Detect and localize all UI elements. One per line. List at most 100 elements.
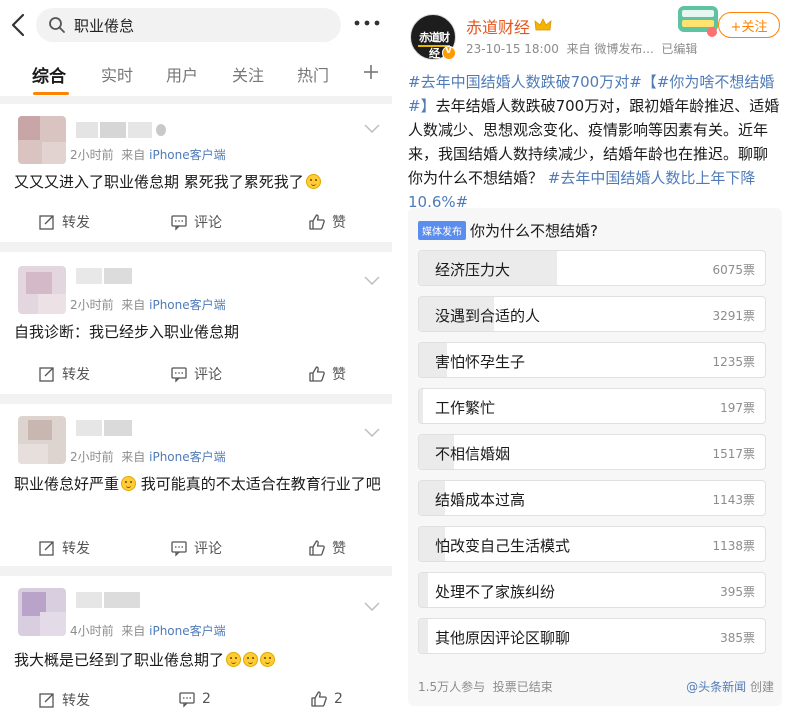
poll-card: 媒体发布 你为什么不想结婚? 经济压力大 6075票 没遇到合适的人 3291票… bbox=[408, 208, 782, 706]
post-source[interactable]: iPhone客户端 bbox=[149, 624, 226, 638]
edited-label: 已编辑 bbox=[661, 42, 698, 56]
post-text: 我大概是已经到了职业倦怠期了 bbox=[14, 648, 386, 673]
post-meta: 23-10-15 18:00 来自 微博发布... 已编辑 bbox=[466, 40, 697, 57]
follow-button[interactable]: +关注 bbox=[718, 12, 780, 38]
post-actions: 转发 评论 赞 bbox=[0, 364, 392, 388]
post-text: 自我诊断：我已经步入职业倦怠期 bbox=[14, 323, 240, 341]
post-from: 来自 bbox=[121, 148, 146, 162]
like-button[interactable]: 赞 bbox=[308, 538, 346, 558]
chevron-down-icon[interactable] bbox=[364, 602, 380, 612]
thumbs-up-icon bbox=[309, 366, 325, 382]
avatar[interactable] bbox=[18, 416, 66, 464]
repost-icon bbox=[39, 693, 54, 708]
thumbs-up-icon bbox=[311, 691, 327, 707]
author-name[interactable]: 赤道财经 bbox=[466, 14, 530, 38]
username-blurred[interactable] bbox=[76, 592, 146, 608]
comment-label: 评论 bbox=[194, 541, 222, 557]
post-from: 来自 bbox=[121, 624, 146, 638]
avatar[interactable] bbox=[18, 266, 66, 314]
post-meta: 2小时前 来自 iPhone客户端 bbox=[70, 448, 226, 465]
chevron-down-icon[interactable] bbox=[364, 124, 380, 134]
poll-option[interactable]: 工作繁忙 197票 bbox=[418, 388, 766, 424]
smile-emoji-icon bbox=[226, 652, 242, 667]
poll-option[interactable]: 害怕怀孕生子 1235票 bbox=[418, 342, 766, 378]
comment-button[interactable]: 2 bbox=[178, 690, 211, 708]
event-badge-icon bbox=[678, 6, 718, 37]
poll-option-label: 其他原因评论区聊聊 bbox=[435, 629, 571, 647]
comment-count: 2 bbox=[202, 691, 211, 707]
weibo-post[interactable]: 2小时前 来自 iPhone客户端 职业倦怠好严重 我可能真的不太适合在教育行业… bbox=[0, 404, 392, 566]
poll-option-count: 6075票 bbox=[712, 263, 755, 277]
poll-option-label: 没遇到合适的人 bbox=[435, 307, 541, 325]
weibo-post[interactable]: 2小时前 来自 iPhone客户端 又又又进入了职业倦怠期 累死我了累死我了 转… bbox=[0, 104, 392, 242]
post-time: 23-10-15 18:00 bbox=[466, 42, 559, 56]
search-input[interactable] bbox=[74, 16, 314, 34]
post-time: 2小时前 bbox=[70, 450, 114, 464]
divider bbox=[0, 242, 392, 252]
left-search-panel: 综合 实时 用户 关注 热门 2小时前 来自 iPhone客户端 又 bbox=[0, 0, 392, 720]
comment-button[interactable]: 评论 bbox=[170, 538, 222, 558]
poll-option[interactable]: 怕改变自己生活模式 1138票 bbox=[418, 526, 766, 562]
plus-icon[interactable] bbox=[362, 63, 380, 81]
poll-option-fill bbox=[419, 389, 424, 423]
repost-button[interactable]: 转发 bbox=[38, 690, 90, 710]
chevron-down-icon[interactable] bbox=[364, 276, 380, 286]
post-from: 来自 bbox=[121, 298, 146, 312]
repost-button[interactable]: 转发 bbox=[38, 364, 90, 384]
tab-realtime[interactable]: 实时 bbox=[101, 62, 133, 86]
weibo-post[interactable]: 2小时前 来自 iPhone客户端 自我诊断：我已经步入职业倦怠期 转发 评论 … bbox=[0, 252, 392, 394]
poll-footer: 1.5万人参与 投票已结束 @头条新闻 创建 bbox=[418, 678, 774, 695]
poll-option[interactable]: 处理不了家族纠纷 395票 bbox=[418, 572, 766, 608]
avatar[interactable] bbox=[18, 588, 66, 636]
poll-option[interactable]: 不相信婚姻 1517票 bbox=[418, 434, 766, 470]
avatar[interactable] bbox=[18, 116, 66, 164]
tab-comprehensive[interactable]: 综合 bbox=[32, 62, 66, 87]
username-blurred[interactable] bbox=[76, 122, 176, 138]
poll-creator-suffix: 创建 bbox=[746, 680, 774, 694]
comment-icon bbox=[171, 541, 187, 557]
chevron-down-icon[interactable] bbox=[364, 428, 380, 438]
poll-option-label: 工作繁忙 bbox=[435, 399, 496, 417]
poll-option-label: 害怕怀孕生子 bbox=[435, 353, 526, 371]
tab-following[interactable]: 关注 bbox=[232, 62, 264, 86]
tab-hot[interactable]: 热门 bbox=[297, 62, 329, 86]
comment-button[interactable]: 评论 bbox=[170, 364, 222, 384]
like-button[interactable]: 赞 bbox=[308, 212, 346, 232]
post-body: #去年中国结婚人数跌破700万对#【#你为啥不想结婚#】去年结婚人数跌破700万… bbox=[408, 70, 780, 214]
tired-emoji-icon bbox=[305, 174, 321, 189]
comment-icon bbox=[179, 692, 195, 708]
comment-icon bbox=[171, 367, 187, 383]
poll-option[interactable]: 结婚成本过高 1143票 bbox=[418, 480, 766, 516]
poll-creator-link[interactable]: @头条新闻 bbox=[686, 680, 746, 694]
search-box[interactable] bbox=[36, 8, 341, 42]
poll-option-count: 1235票 bbox=[712, 355, 755, 369]
comment-icon bbox=[171, 215, 187, 231]
tab-users[interactable]: 用户 bbox=[166, 62, 198, 86]
post-text-part-1: 职业倦怠好严重 bbox=[14, 475, 120, 493]
post-text-part-2: 我可能真的不太适合在教育行业了吧 bbox=[136, 475, 381, 493]
poll-option[interactable]: 其他原因评论区聊聊 385票 bbox=[418, 618, 766, 654]
repost-button[interactable]: 转发 bbox=[38, 538, 90, 558]
like-button[interactable]: 赞 bbox=[308, 364, 346, 384]
post-source[interactable]: iPhone客户端 bbox=[149, 148, 226, 162]
poll-option-fill bbox=[419, 619, 428, 653]
post-source[interactable]: iPhone客户端 bbox=[149, 298, 226, 312]
poll-option[interactable]: 没遇到合适的人 3291票 bbox=[418, 296, 766, 332]
post-from: 来自 bbox=[121, 450, 146, 464]
like-count: 2 bbox=[334, 691, 343, 707]
topic-link[interactable]: #去年中国结婚人数跌破700万对# bbox=[408, 73, 642, 91]
comment-button[interactable]: 评论 bbox=[170, 212, 222, 232]
like-button[interactable]: 2 bbox=[310, 690, 343, 708]
username-blurred[interactable] bbox=[76, 420, 136, 436]
more-options-icon[interactable] bbox=[352, 16, 382, 30]
repost-button[interactable]: 转发 bbox=[38, 212, 90, 232]
username-blurred[interactable] bbox=[76, 268, 136, 284]
post-meta: 2小时前 来自 iPhone客户端 bbox=[70, 146, 226, 163]
poll-option[interactable]: 经济压力大 6075票 bbox=[418, 250, 766, 286]
weibo-post[interactable]: 4小时前 来自 iPhone客户端 我大概是已经到了职业倦怠期了 转发 2 2 bbox=[0, 576, 392, 720]
post-source[interactable]: iPhone客户端 bbox=[149, 450, 226, 464]
back-arrow-icon[interactable] bbox=[8, 11, 30, 39]
verified-badge-icon bbox=[442, 46, 456, 60]
like-label: 赞 bbox=[332, 367, 346, 383]
post-text-content: 又又又进入了职业倦怠期 累死我了累死我了 bbox=[14, 173, 304, 191]
